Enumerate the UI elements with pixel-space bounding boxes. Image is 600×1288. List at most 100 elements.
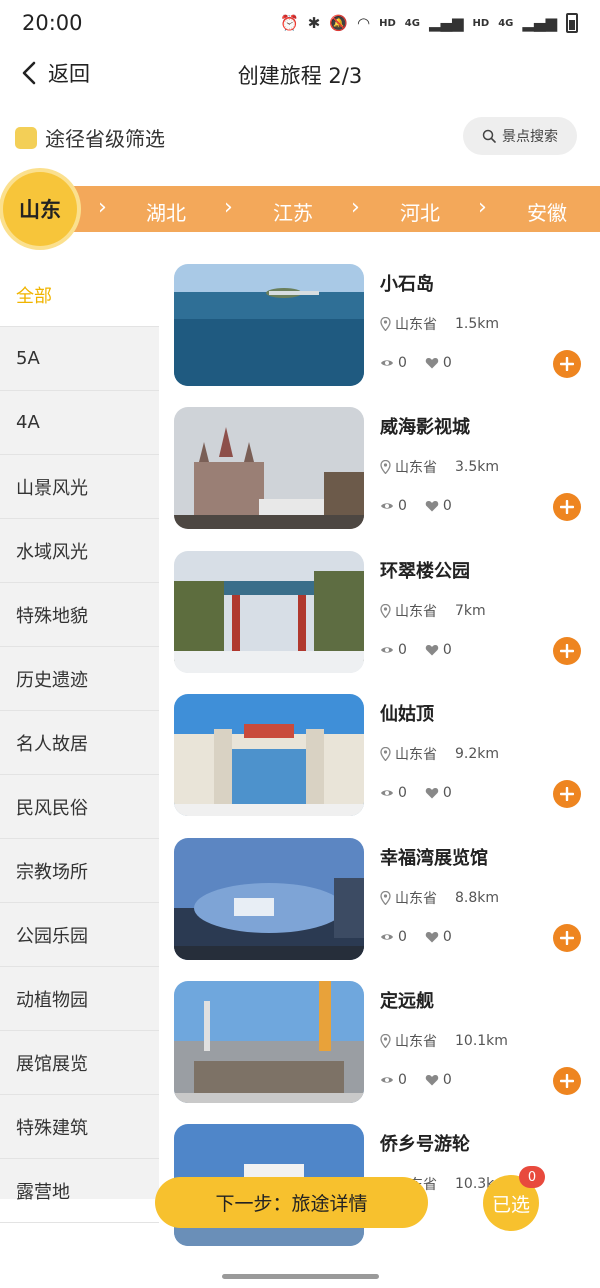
category-item[interactable]: 特殊建筑 (0, 1095, 159, 1159)
category-item[interactable]: 动植物园 (0, 967, 159, 1031)
page-header: 返回 创建旅程 2/3 (0, 50, 600, 102)
bluetooth-icon: ✱ (307, 14, 321, 32)
spot-distance: 8.8km (455, 889, 500, 906)
mute-icon: 🔕 (329, 14, 348, 32)
location-pin-icon (380, 603, 391, 618)
spot-card[interactable]: 环翠楼公园 山东省 7km 0 0 (174, 550, 600, 694)
category-sidebar: 全部 5A 4A 山景风光 水域风光 特殊地貌 历史遗迹 名人故居 民风民俗 宗… (0, 263, 159, 1223)
location-pin-icon (380, 890, 391, 905)
add-spot-button[interactable] (553, 1066, 581, 1095)
add-spot-button[interactable] (553, 350, 581, 378)
spot-card[interactable]: 仙姑顶 山东省 9.2km 0 0 (174, 694, 600, 837)
alarm-icon: ⏰ (280, 14, 299, 32)
add-spot-button[interactable] (553, 636, 581, 665)
heart-icon (425, 931, 439, 943)
battery-icon (566, 13, 578, 33)
like-count: 0 (442, 1071, 452, 1088)
view-count: 0 (398, 785, 407, 802)
heart-icon (425, 644, 439, 656)
view-count: 0 (398, 1071, 407, 1088)
location-pin-icon (380, 1033, 391, 1048)
next-step-button[interactable]: 下一步：旅途详情 (155, 1177, 428, 1228)
wifi-icon: ◠ (357, 14, 371, 32)
spot-photo (174, 694, 364, 817)
category-item-all[interactable]: 全部 (0, 263, 159, 327)
spot-name: 威海影视城 (380, 417, 470, 439)
network-label-2: 4G (404, 17, 420, 29)
checkbox-icon (15, 126, 37, 149)
category-item[interactable]: 4A (0, 391, 159, 455)
spot-location: 山东省 9.2km (380, 744, 499, 764)
spot-province: 山东省 (395, 603, 437, 620)
chevron-right-icon: › (224, 195, 233, 220)
like-count: 0 (442, 785, 452, 802)
spot-card[interactable]: 幸福湾展览馆 山东省 8.8km 0 0 (174, 837, 600, 981)
plus-icon (560, 357, 574, 371)
add-spot-button[interactable] (553, 923, 581, 952)
category-item[interactable]: 5A (0, 327, 159, 391)
spot-stats: 0 0 (380, 355, 452, 371)
spot-list: 小石岛 山东省 1.5km 0 0 威海影视城 山东省 3.5km 0 0 环翠… (174, 264, 600, 1268)
plus-icon (560, 930, 574, 945)
plus-icon (560, 1073, 574, 1088)
eye-icon (381, 503, 393, 510)
province-tab[interactable]: 江苏 (273, 197, 313, 226)
like-count: 0 (442, 928, 452, 945)
filter-row: 途径省级筛选 景点搜索 (0, 117, 600, 159)
province-tab[interactable]: 湖北 (146, 197, 186, 226)
plus-icon (560, 643, 574, 658)
chevron-right-icon: › (478, 195, 487, 220)
category-item[interactable]: 露营地 (0, 1159, 159, 1223)
category-item[interactable]: 名人故居 (0, 711, 159, 775)
like-count: 0 (442, 355, 452, 371)
spot-distance: 9.2km (455, 746, 500, 763)
eye-icon (381, 933, 393, 940)
spot-province: 山东省 (395, 317, 437, 333)
category-item[interactable]: 历史遗迹 (0, 647, 159, 711)
spot-card[interactable]: 小石岛 山东省 1.5km 0 0 (174, 264, 600, 407)
spot-photo (174, 837, 364, 960)
province-bar (34, 186, 600, 232)
spot-name: 侨乡号游轮 (380, 1134, 470, 1156)
category-item[interactable]: 特殊地貌 (0, 583, 159, 647)
heart-icon (425, 358, 439, 369)
category-item[interactable]: 宗教场所 (0, 839, 159, 903)
category-item[interactable]: 水域风光 (0, 519, 159, 583)
search-label: 景点搜索 (502, 129, 558, 145)
category-item[interactable]: 展馆展览 (0, 1031, 159, 1095)
province-tab[interactable]: 安徽 (527, 197, 567, 226)
heart-icon (425, 501, 439, 512)
spot-stats: 0 0 (380, 498, 452, 514)
spot-name: 仙姑顶 (380, 704, 434, 726)
home-indicator[interactable] (222, 1274, 379, 1279)
category-item[interactable]: 公园乐园 (0, 903, 159, 967)
spot-location: 山东省 10.1km (380, 1031, 508, 1051)
spot-card[interactable]: 威海影视城 山东省 3.5km 0 0 (174, 407, 600, 550)
eye-icon (381, 1077, 393, 1083)
like-count: 0 (442, 498, 452, 515)
spot-province: 山东省 (395, 1033, 437, 1050)
province-tab[interactable]: 河北 (400, 197, 440, 226)
spot-stats: 0 0 (380, 929, 452, 945)
plus-icon (560, 787, 574, 802)
add-spot-button[interactable] (553, 780, 581, 809)
eye-icon (381, 647, 393, 653)
chevron-right-icon: › (351, 195, 360, 220)
spot-distance: 7km (455, 602, 486, 619)
network-label-3: HD (472, 17, 490, 29)
network-label-1: HD (379, 17, 396, 29)
category-item[interactable]: 民风民俗 (0, 775, 159, 839)
province-filter-toggle[interactable]: 途径省级筛选 (15, 123, 165, 152)
spot-stats: 0 0 (380, 785, 452, 801)
province-tab-active[interactable]: 山东 (3, 172, 77, 246)
eye-icon (381, 360, 393, 366)
add-spot-button[interactable] (553, 493, 581, 522)
filter-label: 途径省级筛选 (45, 127, 165, 151)
spot-stats: 0 0 (380, 1072, 452, 1088)
spot-search-button[interactable]: 景点搜索 (463, 117, 577, 155)
spot-card[interactable]: 定远舰 山东省 10.1km 0 0 (174, 980, 600, 1124)
category-item[interactable]: 山景风光 (0, 455, 159, 519)
spot-photo (174, 264, 364, 386)
spot-distance: 1.5km (455, 316, 500, 332)
status-bar: 20:00 ⏰ ✱ 🔕 ◠ HD 4G ▂▄▆ HD 4G ▂▄▆ (0, 0, 600, 46)
